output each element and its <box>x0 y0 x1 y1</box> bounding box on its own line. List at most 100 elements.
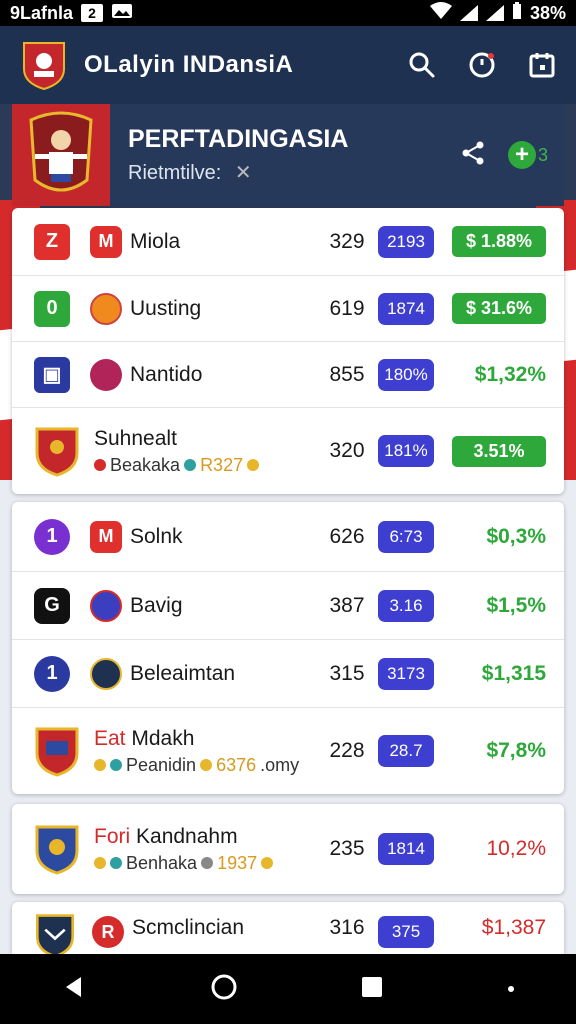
change-value: $1,315 <box>481 661 546 685</box>
star-icon <box>94 759 106 771</box>
back-button[interactable] <box>61 974 87 1005</box>
club-crest-icon <box>35 727 79 777</box>
mascot-icon <box>29 111 93 192</box>
team-name: Solnk <box>130 524 183 548</box>
team-logo-icon <box>90 657 122 690</box>
stat-pill: 1874 <box>378 292 434 325</box>
team-name: Suhnealt <box>94 426 177 450</box>
banner-subtitle-text: Rietmtilve: <box>128 162 222 184</box>
table-row[interactable]: ▣ Nantido 855 180% $1,32% <box>12 342 564 408</box>
stat-number: 316 <box>329 916 365 939</box>
add-count: 3 <box>537 144 548 165</box>
coin-icon <box>200 759 213 771</box>
change-value: $7,8% <box>486 739 546 762</box>
change-value: $1,32% <box>474 362 546 386</box>
stat-number: 387 <box>329 593 365 617</box>
change-value: $1,5% <box>486 593 546 617</box>
team-logo-icon <box>90 589 122 622</box>
sub-value: 6376 <box>216 754 257 775</box>
close-icon[interactable]: ✕ <box>235 162 252 184</box>
ball-icon <box>110 857 122 869</box>
photo-icon <box>111 3 133 24</box>
status-left-text: 9Lafnla <box>10 2 74 23</box>
table-row[interactable]: Fori Kandnahm Benhaka 1937 235 1814 10,2… <box>12 804 564 894</box>
table-row[interactable]: R Scmclincian 316 375 $1,387 <box>12 902 564 954</box>
stat-pill: 28.7 <box>378 735 434 767</box>
club-crest-icon <box>35 825 79 875</box>
team-name: Uusting <box>130 296 202 320</box>
stat-pill: 6:73 <box>378 520 434 553</box>
banner-crest <box>12 104 110 206</box>
rank-badge: G <box>34 587 70 624</box>
recents-icon <box>362 976 383 997</box>
team-name: Bavig <box>130 593 183 617</box>
clock-icon <box>469 52 495 78</box>
cell-signal-icon-2 <box>485 5 504 21</box>
stat-pill: 3173 <box>378 657 434 690</box>
team-icon: M <box>90 225 122 258</box>
team-subline: Peanidin 6376 .omy <box>94 755 320 776</box>
team-name-prefix: Eat <box>94 726 126 750</box>
more-dot <box>507 980 515 998</box>
sub-value: 1937 <box>217 852 258 873</box>
table-row[interactable]: 0 Uusting 619 1874 $ 31.6% <box>12 276 564 342</box>
battery-icon <box>512 1 522 25</box>
coin-icon <box>247 459 260 471</box>
team-name: Beleaimtan <box>130 661 236 685</box>
banner-title: PERFTADINGASIA <box>128 125 349 153</box>
ball-icon <box>184 459 197 471</box>
home-button[interactable] <box>210 973 238 1006</box>
share-icon <box>462 141 484 164</box>
share-button[interactable] <box>460 140 486 171</box>
team-logo-icon <box>90 292 122 325</box>
team-subline: Beakaka R327 <box>94 455 320 476</box>
change-value: 3.51% <box>452 435 546 467</box>
sub-label: Benhaka <box>126 852 198 873</box>
rank-badge: Z <box>34 223 70 260</box>
table-row[interactable]: G Bavig 387 3.16 $1,5% <box>12 572 564 640</box>
standings-card-3: Fori Kandnahm Benhaka 1937 235 1814 10,2… <box>12 804 564 894</box>
stat-number: 228 <box>329 739 365 762</box>
team-name: Nantido <box>130 362 203 386</box>
stat-number: 315 <box>329 661 365 685</box>
search-icon <box>409 52 435 78</box>
team-icon: R <box>92 916 124 948</box>
search-button[interactable] <box>406 49 438 81</box>
stat-pill: 180% <box>378 358 434 391</box>
table-row[interactable]: 1 M Solnk 626 6:73 $0,3% <box>12 502 564 572</box>
change-value: 10,2% <box>486 837 546 860</box>
team-name: Scmclincian <box>132 916 245 939</box>
add-button[interactable]: + 3 <box>507 141 548 169</box>
sub-label: Beakaka <box>110 454 181 475</box>
app-title: OLalyin INDansiA <box>84 51 294 78</box>
back-icon <box>66 976 82 997</box>
table-row[interactable]: Z M Miola 329 2193 $ 1.88% <box>12 208 564 276</box>
sub-value: R327 <box>200 454 244 475</box>
status-bar: 9Lafnla 2 38% <box>0 0 576 26</box>
table-row[interactable]: Suhnealt Beakaka R327 320 181% 3.51% <box>12 408 564 494</box>
standings-card-1: Z M Miola 329 2193 $ 1.88% 0 Uusting 619… <box>12 208 564 494</box>
timer-button[interactable] <box>466 49 498 81</box>
table-row[interactable]: 1 Beleaimtan 315 3173 $1,315 <box>12 640 564 708</box>
change-value: $0,3% <box>486 524 546 548</box>
header-banner: PERFTADINGASIA Rietmtilve: ✕ + 3 <box>12 104 564 206</box>
rank-badge: ▣ <box>34 356 70 393</box>
ball-icon-2 <box>201 857 214 869</box>
team-logo-icon <box>90 358 122 391</box>
rank-badge: 1 <box>34 518 70 555</box>
standings-card-4: R Scmclincian 316 375 $1,387 <box>12 902 564 954</box>
rank-badge: 0 <box>34 290 70 327</box>
stat-pill: 1814 <box>378 833 434 865</box>
team-name: Miola <box>130 229 181 253</box>
calendar-button[interactable] <box>526 49 558 81</box>
star-icon <box>94 857 106 869</box>
calendar-icon <box>529 53 555 78</box>
club-crest-icon <box>35 914 75 954</box>
team-subline: Benhaka 1937 <box>94 853 320 874</box>
rank-badge: 1 <box>34 655 70 692</box>
table-row[interactable]: Eat Mdakh Peanidin 6376 .omy 228 28.7 $7… <box>12 708 564 794</box>
stat-pill: 375 <box>378 916 434 948</box>
stat-number: 320 <box>329 439 365 462</box>
recents-button[interactable] <box>360 975 384 1004</box>
plus-icon: + <box>507 141 536 169</box>
